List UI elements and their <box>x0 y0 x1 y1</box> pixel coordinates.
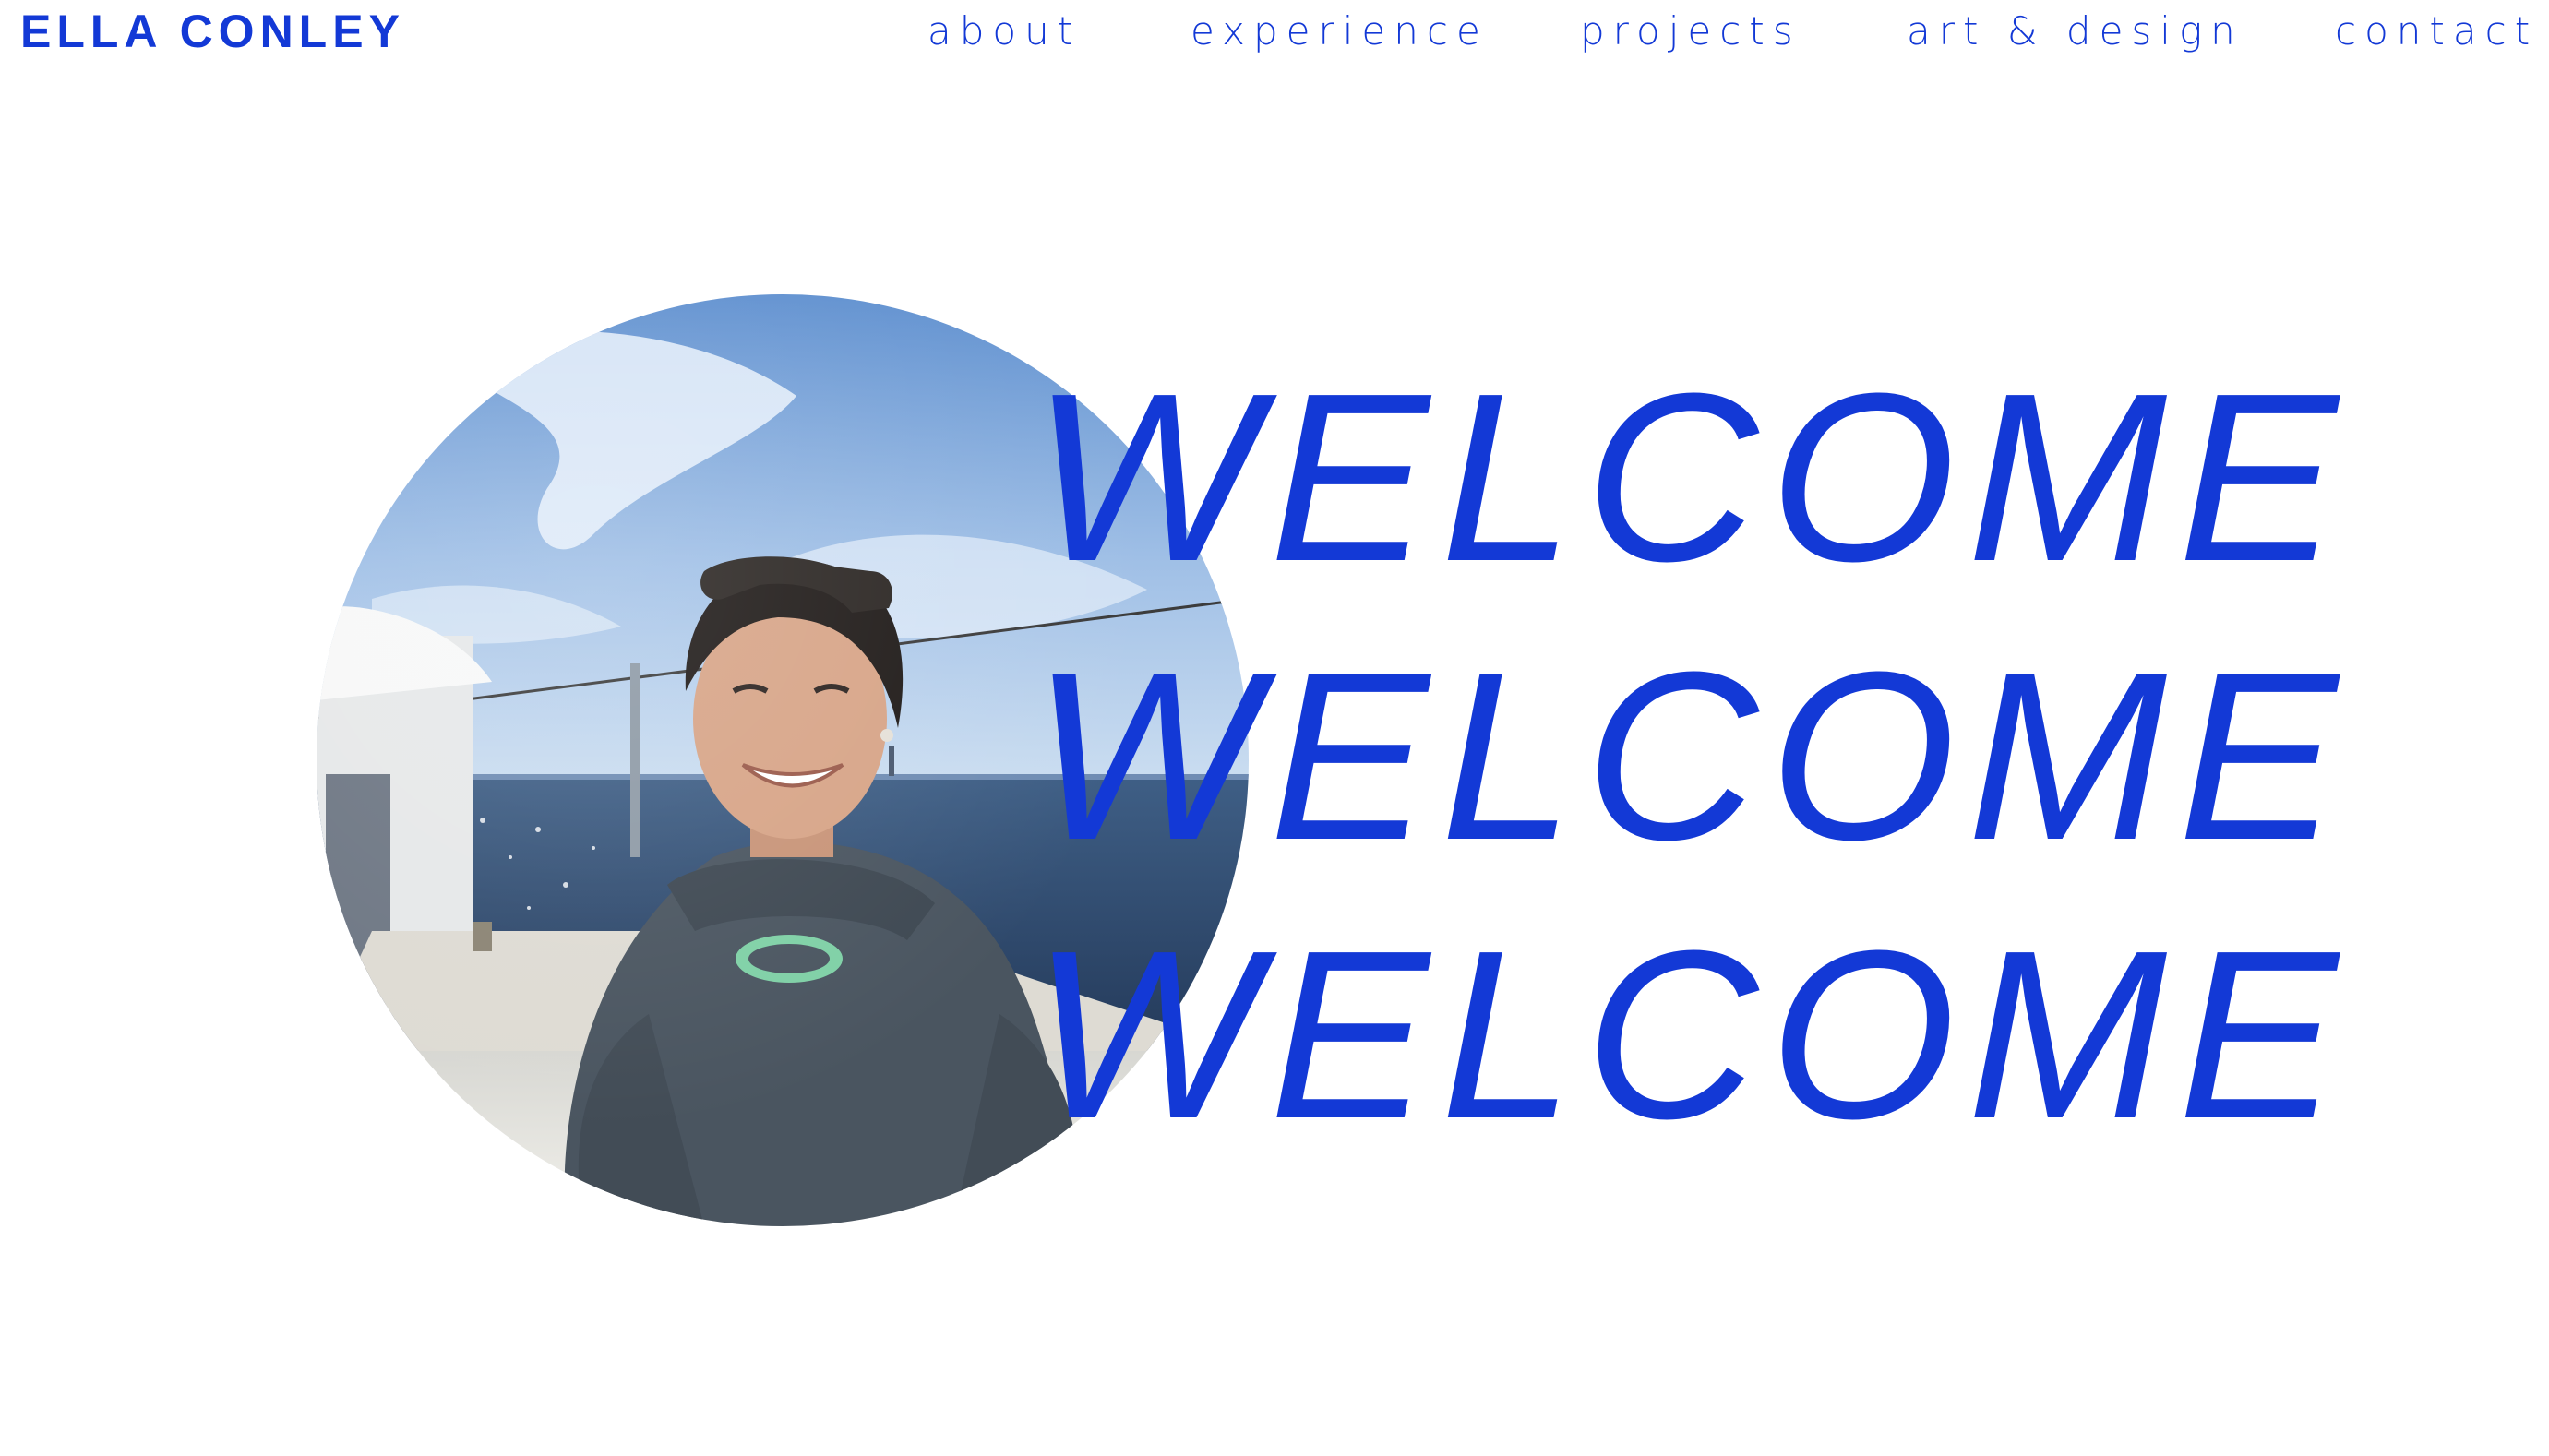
nav-contact[interactable]: contact <box>2335 4 2538 59</box>
nav-about[interactable]: about <box>927 4 1081 59</box>
welcome-headline-line-1: WELCOME <box>1032 344 2350 612</box>
site-logo-name[interactable]: ELLA CONLEY <box>20 4 405 59</box>
nav-projects[interactable]: projects <box>1580 4 1801 59</box>
welcome-headline-line-3: WELCOME <box>1032 901 2350 1169</box>
site-header: ELLA CONLEY about experience projects ar… <box>0 0 2549 65</box>
nav-art-design[interactable]: art & design <box>1907 4 2244 59</box>
nav-experience[interactable]: experience <box>1191 4 1489 59</box>
welcome-headline-line-2: WELCOME <box>1032 623 2350 890</box>
